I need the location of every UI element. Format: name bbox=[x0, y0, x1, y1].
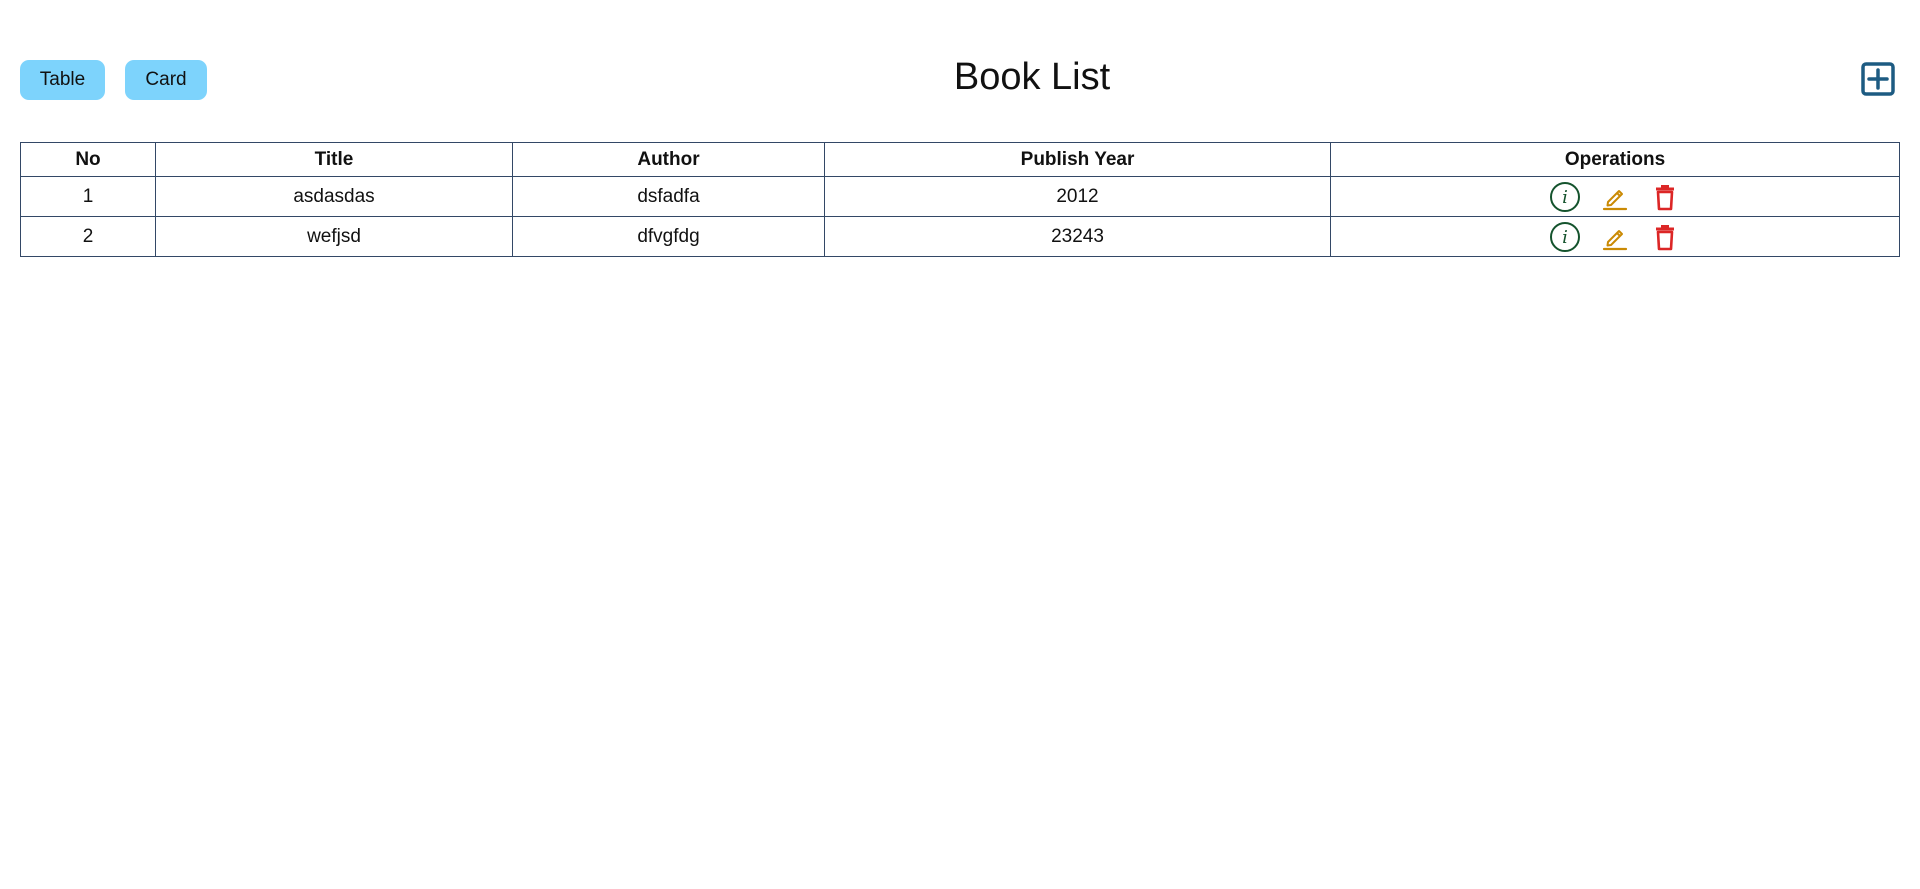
trash-delete-icon[interactable] bbox=[1649, 181, 1681, 213]
svg-text:i: i bbox=[1562, 227, 1568, 248]
plus-square-icon bbox=[1861, 62, 1895, 96]
info-circle-icon[interactable]: i bbox=[1549, 181, 1581, 213]
column-header-title: Title bbox=[155, 142, 513, 177]
table-view-button[interactable]: Table bbox=[20, 60, 105, 100]
book-table: No Title Author Publish Year Operations … bbox=[20, 142, 1900, 257]
cell-author: dsfadfa bbox=[512, 176, 825, 217]
column-header-no: No bbox=[20, 142, 156, 177]
operations-group: i bbox=[1331, 221, 1899, 253]
cell-publish-year: 2012 bbox=[824, 176, 1331, 217]
add-book-button[interactable] bbox=[1860, 61, 1896, 97]
card-view-button[interactable]: Card bbox=[125, 60, 207, 100]
table-row: 1 asdasdas dsfadfa 2012 i bbox=[20, 176, 1900, 217]
cell-operations: i bbox=[1330, 176, 1900, 217]
trash-delete-icon[interactable] bbox=[1649, 221, 1681, 253]
column-header-publish-year: Publish Year bbox=[824, 142, 1331, 177]
cell-author: dfvgfdg bbox=[512, 216, 825, 257]
info-circle-icon[interactable]: i bbox=[1549, 221, 1581, 253]
operations-group: i bbox=[1331, 181, 1899, 213]
cell-title: wefjsd bbox=[155, 216, 513, 257]
column-header-author: Author bbox=[512, 142, 825, 177]
cell-title: asdasdas bbox=[155, 176, 513, 217]
book-list-page: Table Card Book List No Title Author Pub… bbox=[0, 0, 1920, 889]
cell-no: 2 bbox=[20, 216, 156, 257]
column-header-operations: Operations bbox=[1330, 142, 1900, 177]
pencil-edit-icon[interactable] bbox=[1599, 221, 1631, 253]
pencil-edit-icon[interactable] bbox=[1599, 181, 1631, 213]
cell-operations: i bbox=[1330, 216, 1900, 257]
table-header-row: No Title Author Publish Year Operations bbox=[20, 142, 1900, 177]
cell-publish-year: 23243 bbox=[824, 216, 1331, 257]
page-title: Book List bbox=[953, 56, 1111, 98]
cell-no: 1 bbox=[20, 176, 156, 217]
table-row: 2 wefjsd dfvgfdg 23243 i bbox=[20, 216, 1900, 257]
svg-text:i: i bbox=[1562, 187, 1568, 208]
view-toggle-group: Table Card bbox=[20, 60, 207, 100]
